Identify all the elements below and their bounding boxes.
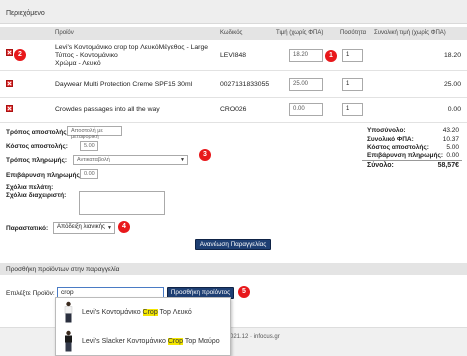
callout-badge-5: 5: [238, 286, 250, 298]
footer-text: 021.12 · infocus.gr: [230, 334, 280, 340]
row-total: 25.00: [443, 81, 461, 88]
col-qty: Ποσότητα: [340, 30, 367, 36]
summary-surcharge-value: 0.00: [446, 152, 459, 159]
add-products-title: Προσθήκη προϊόντων στην παραγγελία: [6, 266, 120, 273]
admin-comments-textarea[interactable]: [79, 191, 165, 215]
subtotal-value: 43.20: [442, 127, 459, 134]
delete-icon[interactable]: [6, 49, 13, 56]
product-color-line: Χρώμα - Λευκό: [55, 60, 101, 67]
payment-method-select[interactable]: Αντικαταβολή ▼: [73, 155, 188, 165]
product-name-line: Levi's Κοντομάνικο crop top ΛευκόΜέγεθος…: [55, 44, 208, 51]
product-code: CRO026: [220, 106, 247, 113]
shipping-method-value: Αποστολή με μεταφορική: [71, 128, 103, 140]
payment-surcharge-label: Επιβάρυνση πληρωμής:: [6, 172, 83, 179]
callout-badge-3: 3: [199, 149, 211, 161]
shipping-method-label: Τρόπος αποστολής:: [6, 129, 69, 136]
suggestion-prefix: Levi's Κοντομάνικο: [82, 309, 143, 316]
table-row: Levi's Κοντομάνικο crop top ΛευκόΜέγεθος…: [0, 41, 467, 71]
col-product: Προϊόν: [55, 30, 74, 36]
customer-comments-label: Σχόλια πελάτη:: [6, 184, 54, 191]
shipping-cost-label: Κόστος αποστολής:: [6, 143, 68, 150]
callout-badge-4: 4: [118, 221, 130, 233]
suggestion-suffix: Top Μαύρο: [183, 338, 220, 345]
table-row: Crowdes passages into all the way CRO026…: [0, 97, 467, 123]
product-thumbnail-icon: [65, 330, 72, 352]
price-input[interactable]: 25.00: [289, 78, 323, 91]
product-code: 0027131833055: [220, 81, 270, 88]
quantity-input[interactable]: 1: [342, 49, 363, 62]
suggestion-item[interactable]: Levi's Slacker Κοντομάνικο Crop Top Μαύρ…: [56, 328, 230, 355]
price-input[interactable]: 0.00: [289, 103, 323, 116]
suggestion-text: Levi's Κοντομάνικο Crop Top Λευκό: [82, 309, 192, 316]
product-code: LEVI848: [220, 52, 247, 59]
suggestion-suffix: Top Λευκό: [157, 309, 192, 316]
admin-comments-label: Σχόλια διαχειριστή:: [6, 192, 67, 199]
update-order-button[interactable]: Ανανέωση Παραγγελίας: [195, 239, 271, 250]
grand-total-label: Σύνολο:: [367, 162, 394, 169]
suggestion-item[interactable]: Levi's Κοντομάνικο Crop Top Λευκό: [56, 299, 230, 326]
col-price: Τιμή (χωρίς ΦΠΑ): [276, 30, 324, 36]
section-title: Περιεχόμενο: [6, 10, 45, 17]
suggestion-match: Crop: [142, 309, 158, 316]
suggestion-prefix: Levi's Slacker Κοντομάνικο: [82, 338, 168, 345]
summary-surcharge-label: Επιβάρυνση πληρωμής:: [367, 152, 444, 159]
row-total: 18.20: [443, 52, 461, 59]
add-products-header: Προσθήκη προϊόντων στην παραγγελία: [0, 263, 467, 275]
receipt-label: Παραστατικό:: [6, 225, 49, 232]
shipping-cost-input[interactable]: 5.00: [80, 141, 98, 151]
suggestion-text: Levi's Slacker Κοντομάνικο Crop Top Μαύρ…: [82, 338, 220, 345]
price-input[interactable]: 18.20: [289, 49, 323, 62]
quantity-input[interactable]: 1: [342, 78, 363, 91]
suggestion-match: Crop: [167, 338, 184, 345]
receipt-value: Απόδειξη λιανικής: [57, 224, 105, 230]
col-code: Κωδικός: [220, 30, 243, 36]
col-total: Συνολική τιμή (χωρίς ΦΠΑ): [374, 30, 446, 36]
quantity-input[interactable]: 1: [342, 103, 363, 116]
row-total: 0.00: [447, 106, 461, 113]
section-header: Περιεχόμενο: [0, 0, 467, 24]
vat-label: Συνολικό ΦΠΑ:: [367, 136, 414, 143]
table-row: Daywear Multi Protection Creme SPF15 30m…: [0, 72, 467, 98]
chevron-down-icon: ▼: [107, 225, 112, 231]
grand-total-value: 58,57€: [437, 162, 459, 169]
shipping-method-select[interactable]: Αποστολή με μεταφορική: [67, 126, 122, 140]
summary-divider: [362, 160, 462, 161]
receipt-select[interactable]: Απόδειξη λιανικής ▼: [53, 222, 115, 234]
delete-icon[interactable]: [6, 105, 13, 112]
product-thumbnail-icon: [64, 301, 73, 323]
product-name: Daywear Multi Protection Creme SPF15 30m…: [55, 81, 193, 88]
callout-badge-1: 1: [325, 50, 337, 62]
select-product-label: Επιλέξτε Προϊόν:: [6, 290, 55, 297]
payment-method-label: Τρόπος πληρωμής:: [6, 157, 68, 164]
product-name: Crowdes passages into all the way: [55, 106, 160, 113]
table-header: Προϊόν Κωδικός Τιμή (χωρίς ΦΠΑ) Ποσότητα…: [0, 27, 467, 40]
subtotal-label: Υποσύνολο:: [367, 127, 406, 134]
delete-icon[interactable]: [6, 80, 13, 87]
product-name: Levi's Κοντομάνικο crop top ΛευκόΜέγεθος…: [55, 44, 208, 68]
summary-shipping-label: Κόστος αποστολής:: [367, 144, 429, 151]
payment-method-value: Αντικαταβολή: [77, 157, 110, 163]
summary-shipping-value: 5.00: [446, 144, 459, 151]
chevron-down-icon: ▼: [180, 157, 185, 163]
autocomplete-dropdown: Levi's Κοντομάνικο Crop Top Λευκό Levi's…: [55, 297, 231, 356]
vat-value: 10.37: [442, 136, 459, 143]
payment-surcharge-input[interactable]: 0.00: [80, 169, 98, 179]
product-type-line: Τύπος - Κοντομάνικο: [55, 52, 118, 59]
callout-badge-2: 2: [14, 49, 26, 61]
